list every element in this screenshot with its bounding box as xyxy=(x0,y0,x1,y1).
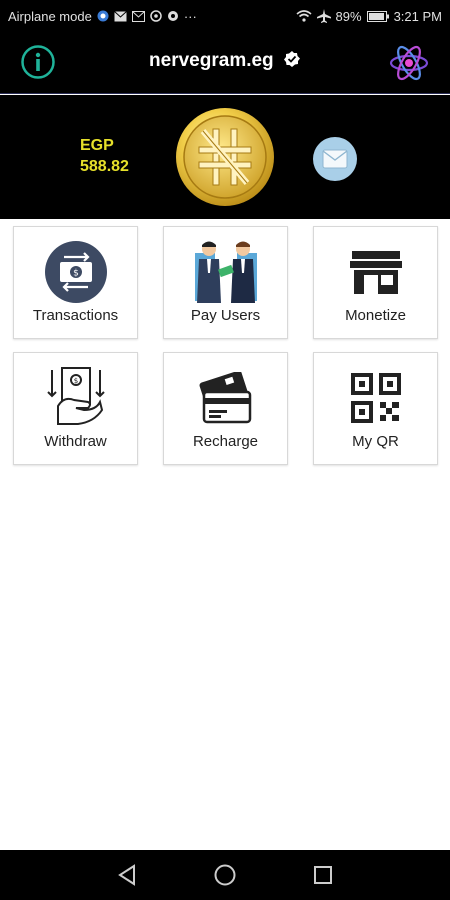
messages-button[interactable] xyxy=(313,137,357,181)
recharge-label: Recharge xyxy=(192,433,259,450)
clock: 3:21 PM xyxy=(393,8,442,24)
battery-percent: 89% xyxy=(335,8,362,24)
my-qr-tile[interactable]: My QR xyxy=(313,352,438,465)
pay-users-icon xyxy=(194,241,257,303)
recents-square-icon xyxy=(314,866,332,884)
home-circle-icon xyxy=(214,864,236,886)
monetize-label: Monetize xyxy=(345,307,406,324)
recharge-tile[interactable]: Recharge xyxy=(163,352,288,465)
atom-icon xyxy=(389,45,429,81)
balance-display: EGP 588.82 xyxy=(80,135,129,177)
transactions-icon: $ xyxy=(44,241,107,303)
my-qr-label: My QR xyxy=(352,433,399,450)
pay-users-tile[interactable]: Pay Users xyxy=(163,226,288,339)
page-title-container: nervegram.eg xyxy=(0,50,450,74)
whatsapp-notification-icon xyxy=(150,10,162,22)
balance-banner: EGP 588.82 xyxy=(0,95,450,219)
svg-text:$: $ xyxy=(73,377,77,385)
system-navigation-bar xyxy=(0,850,450,900)
back-button[interactable] xyxy=(113,861,141,889)
verified-badge-icon xyxy=(283,50,301,74)
page-title: nervegram.eg xyxy=(149,50,274,71)
airplane-mode-label: Airplane mode xyxy=(8,8,92,24)
svg-text:$: $ xyxy=(73,269,79,279)
back-triangle-icon xyxy=(118,864,135,886)
more-notifications-icon: ··· xyxy=(183,8,197,24)
battery-icon xyxy=(366,10,389,22)
monetize-tile[interactable]: Monetize xyxy=(313,226,438,339)
pay-users-label: Pay Users xyxy=(190,307,261,324)
recents-button[interactable] xyxy=(309,861,337,889)
home-button[interactable] xyxy=(211,861,239,889)
transactions-label: Transactions xyxy=(32,307,119,324)
withdraw-label: Withdraw xyxy=(44,433,107,450)
mail-notification-icon xyxy=(113,10,127,22)
atom-menu-button[interactable] xyxy=(388,42,430,84)
wifi-icon xyxy=(296,10,312,22)
balance-currency: EGP xyxy=(80,137,114,154)
transactions-tile[interactable]: $ Transactions xyxy=(13,226,138,339)
withdraw-icon: $ xyxy=(46,367,105,425)
app-notification-icon xyxy=(97,10,109,22)
balance-amount: 588.82 xyxy=(80,158,129,175)
credit-card-icon xyxy=(199,372,251,424)
gmail-notification-icon xyxy=(131,10,145,22)
airplane-icon xyxy=(316,9,331,23)
envelope-icon xyxy=(322,149,348,169)
app-header: nervegram.eg xyxy=(0,32,450,94)
status-bar: Airplane mode ··· 89% 3:21 PM xyxy=(0,0,450,32)
withdraw-tile[interactable]: $ Withdraw xyxy=(13,352,138,465)
qr-code-icon xyxy=(350,373,401,423)
store-icon xyxy=(349,251,402,294)
coin-logo-icon xyxy=(175,107,275,207)
sync-notification-icon xyxy=(167,10,179,22)
